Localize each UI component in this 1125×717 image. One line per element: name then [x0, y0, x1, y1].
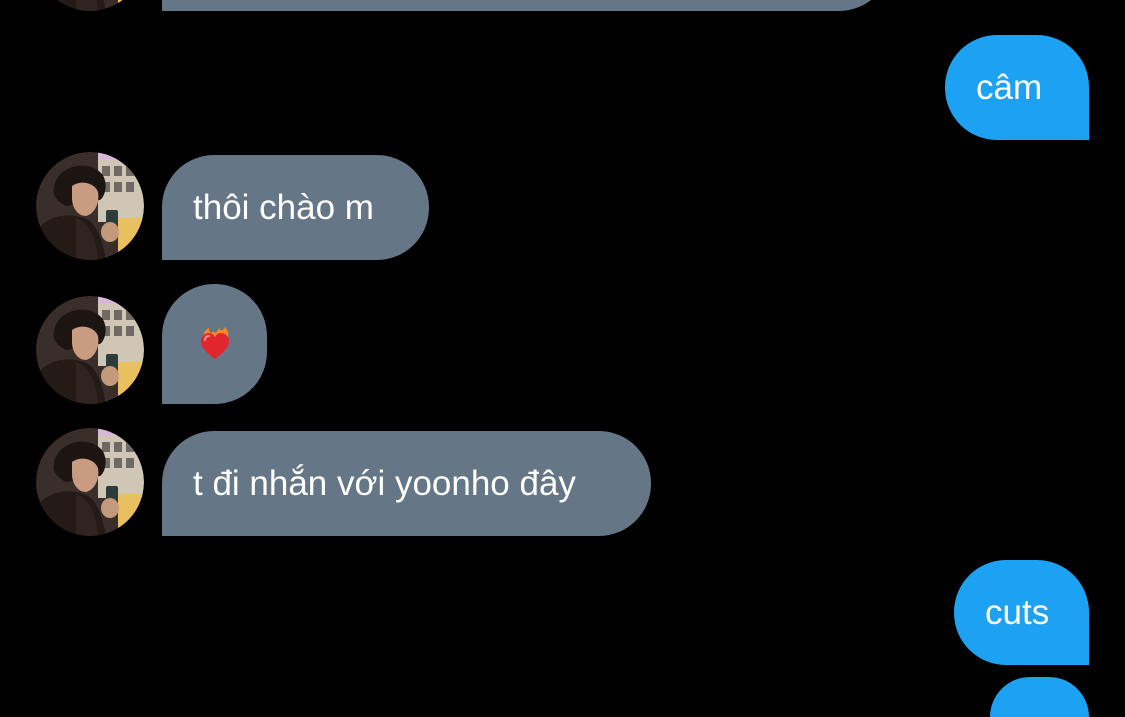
avatar[interactable] [36, 152, 144, 260]
message-bubble-sent[interactable]: câm [945, 35, 1089, 140]
avatar[interactable] [36, 0, 144, 11]
message-bubble-received[interactable] [162, 284, 267, 404]
message-text: cuts [985, 592, 1050, 632]
message-bubble-received[interactable] [162, 0, 891, 11]
message-bubble-sent[interactable]: cuts [954, 560, 1089, 665]
heart-on-fire-icon [197, 326, 233, 362]
message-text: câm [976, 67, 1043, 107]
message-bubble-received[interactable]: t đi nhắn với yoonho đây [162, 431, 651, 536]
message-text: t đi nhắn với yoonho đây [193, 463, 576, 503]
message-bubble-received[interactable]: thôi chào m [162, 155, 429, 260]
avatar[interactable] [36, 296, 144, 404]
avatar[interactable] [36, 428, 144, 536]
message-text: thôi chào m [193, 187, 374, 227]
message-bubble-sent[interactable] [990, 677, 1089, 717]
